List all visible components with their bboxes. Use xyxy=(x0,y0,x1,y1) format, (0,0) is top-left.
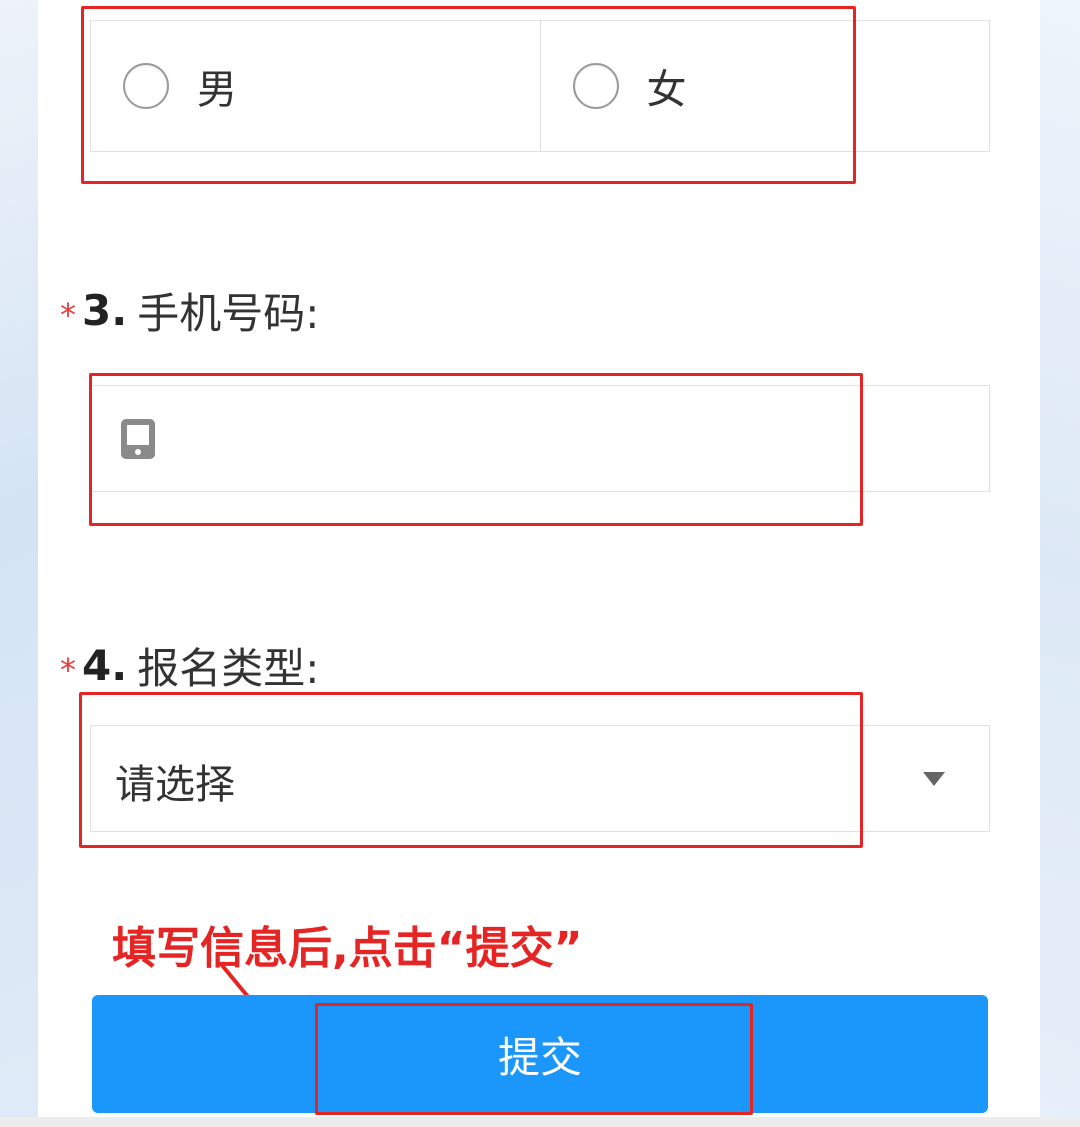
question-number: 3. xyxy=(82,286,128,335)
dropdown-triangle-icon xyxy=(923,772,945,786)
annotation-highlight-type xyxy=(79,692,863,848)
question-text: 手机号码: xyxy=(137,289,320,338)
question-number: 4. xyxy=(82,641,128,690)
bottom-strip xyxy=(0,1117,1080,1127)
question-3-title: * 3. 手机号码: xyxy=(60,280,319,341)
annotation-highlight-submit xyxy=(315,1003,753,1115)
annotation-highlight-gender xyxy=(81,6,856,184)
required-star: * xyxy=(60,650,76,689)
required-star: * xyxy=(60,295,76,334)
right-background xyxy=(1040,0,1080,1127)
annotation-instruction: 填写信息后,点击“提交” xyxy=(112,923,583,974)
left-background xyxy=(0,0,38,1127)
question-4-title: * 4. 报名类型: xyxy=(60,635,319,696)
question-text: 报名类型: xyxy=(137,644,320,693)
annotation-highlight-phone xyxy=(89,373,863,526)
